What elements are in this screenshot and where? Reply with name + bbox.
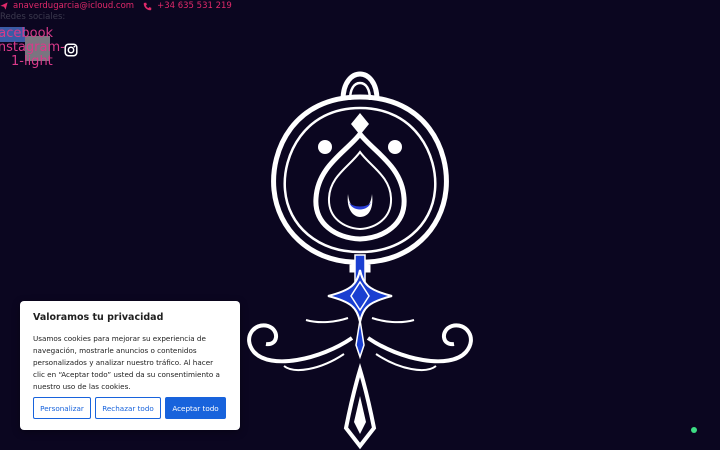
brand-logo [240, 70, 480, 450]
status-indicator [691, 427, 697, 433]
email-text: anaverdugarcia@icloud.com [13, 1, 135, 11]
facebook-label[interactable]: Facebook [0, 27, 53, 41]
instagram-icon[interactable] [64, 42, 78, 61]
email-link[interactable]: anaverdugarcia@icloud.com [0, 1, 134, 11]
phone-icon [143, 2, 152, 11]
contact-bar: anaverdugarcia@icloud.com +34 635 531 21… [0, 0, 232, 12]
phone-link[interactable]: +34 635 531 219 [143, 1, 232, 11]
cookie-consent-banner: Valoramos tu privacidad Usamos cookies p… [20, 301, 240, 430]
page: anaverdugarcia@icloud.com +34 635 531 21… [0, 0, 720, 450]
social-label: Redes sociales: [0, 12, 66, 22]
reject-all-button[interactable]: Rechazar todo [95, 397, 161, 419]
instagram-label[interactable]: Instagram- [0, 41, 65, 55]
send-icon [0, 2, 8, 10]
cookie-description: Usamos cookies para mejorar su experienc… [33, 334, 220, 391]
customize-button[interactable]: Personalizar [33, 397, 91, 419]
accept-all-button[interactable]: Aceptar todo [165, 397, 226, 419]
phone-text: +34 635 531 219 [157, 1, 232, 11]
light-label: 1-light [11, 54, 53, 69]
cookie-title: Valoramos tu privacidad [33, 312, 164, 323]
cookie-actions: Personalizar Rechazar todo Aceptar todo [33, 397, 226, 419]
